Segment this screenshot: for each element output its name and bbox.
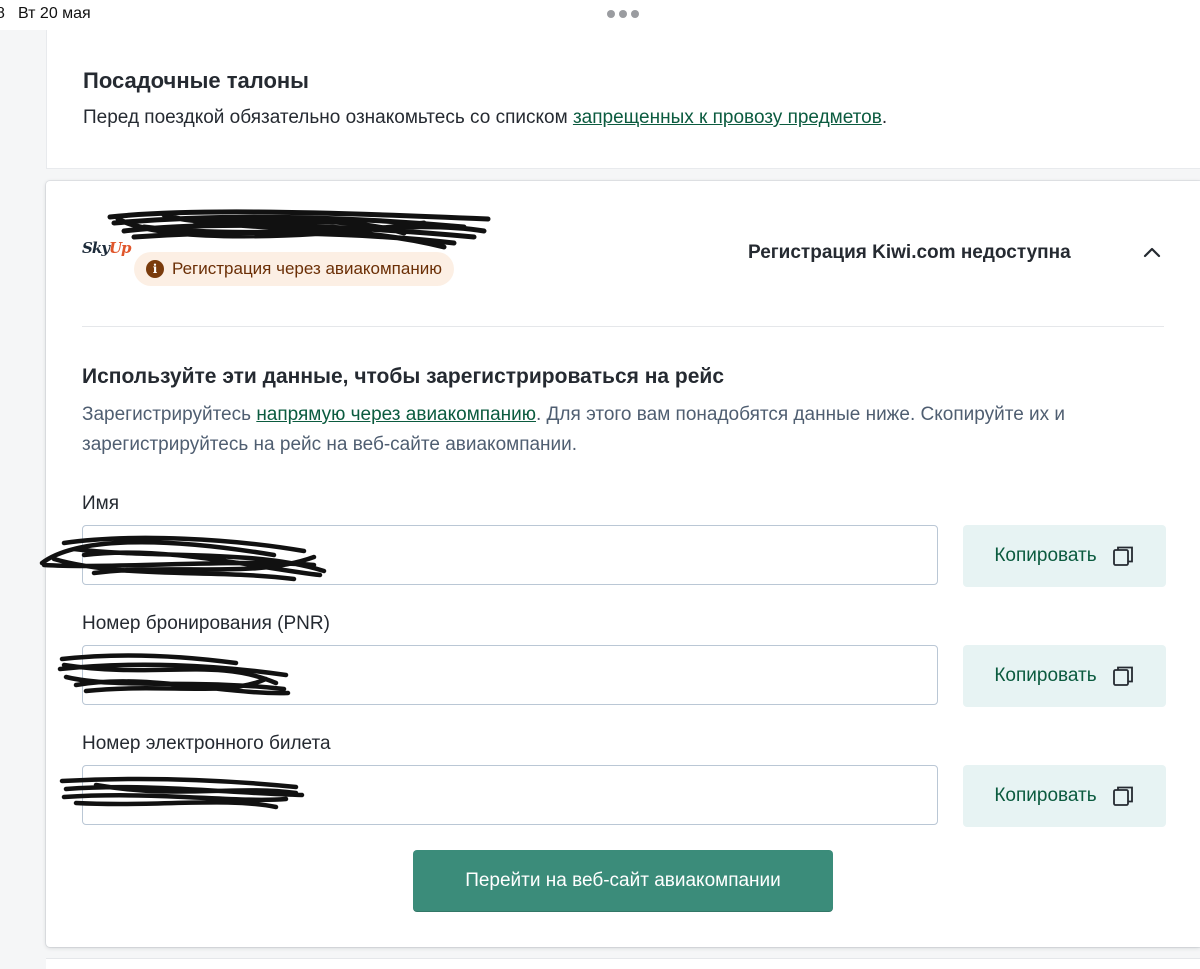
redaction-scribble-route — [107, 209, 491, 250]
chevron-up-icon[interactable] — [1140, 241, 1164, 265]
checkin-via-airline-badge: i Регистрация через авиакомпанию — [134, 252, 454, 286]
section-title: Используйте эти данные, чтобы зарегистри… — [82, 365, 725, 388]
boarding-passes-card: Посадочные талоны Перед поездкой обязате… — [46, 30, 1200, 169]
badge-text: Регистрация через авиакомпанию — [172, 259, 442, 278]
copy-pnr-button[interactable]: Копировать — [963, 645, 1166, 707]
copy-eticket-button[interactable]: Копировать — [963, 765, 1166, 827]
prohibited-items-link[interactable]: запрещенных к провозу предметов — [573, 107, 882, 128]
subtitle-text: Перед поездкой обязательно ознакомьтесь … — [83, 107, 573, 128]
more-dots-icon[interactable] — [607, 10, 639, 18]
boarding-passes-title: Посадочные талоны — [83, 68, 309, 93]
redaction-scribble-pnr — [57, 653, 291, 696]
copy-icon — [1112, 786, 1133, 806]
redaction-scribble-name — [39, 535, 327, 582]
copy-icon — [1112, 666, 1133, 686]
kiwi-checkin-status: Регистрация Kiwi.com недоступна — [748, 242, 1071, 263]
direct-airline-link[interactable]: напрямую через авиакомпанию — [256, 404, 536, 425]
boarding-passes-subtitle: Перед поездкой обязательно ознакомьтесь … — [83, 107, 887, 129]
dot — [607, 10, 615, 18]
dot — [619, 10, 627, 18]
copy-button-label: Копировать — [994, 665, 1097, 686]
pnr-label: Номер бронирования (PNR) — [82, 613, 330, 634]
copy-name-button[interactable]: Копировать — [963, 525, 1166, 587]
info-icon: i — [146, 260, 164, 278]
copy-button-label: Копировать — [994, 545, 1097, 566]
section-description: Зарегистрируйтесь напрямую через авиаком… — [82, 400, 1122, 460]
copy-button-label: Копировать — [994, 785, 1097, 806]
dot — [631, 10, 639, 18]
go-to-airline-website-button[interactable]: Перейти на веб-сайт авиакомпании — [413, 850, 833, 912]
divider — [82, 326, 1164, 327]
subtitle-end: . — [881, 107, 888, 128]
name-label: Имя — [82, 493, 120, 514]
flight-checkin-card: SkyUp i Регистрация через авиакомпанию Р… — [39, 181, 1200, 947]
next-card-edge — [46, 958, 1200, 969]
desc-text-1: Зарегистрируйтесь — [82, 404, 257, 425]
status-bar-edge-char: 8 — [0, 5, 5, 22]
status-bar-clock: Вт 20 мая — [18, 5, 91, 22]
status-bar: 8 Вт 20 мая — [0, 0, 1200, 30]
eticket-label: Номер электронного билета — [82, 733, 331, 754]
copy-icon — [1112, 546, 1133, 566]
redaction-scribble-eticket — [59, 776, 305, 810]
